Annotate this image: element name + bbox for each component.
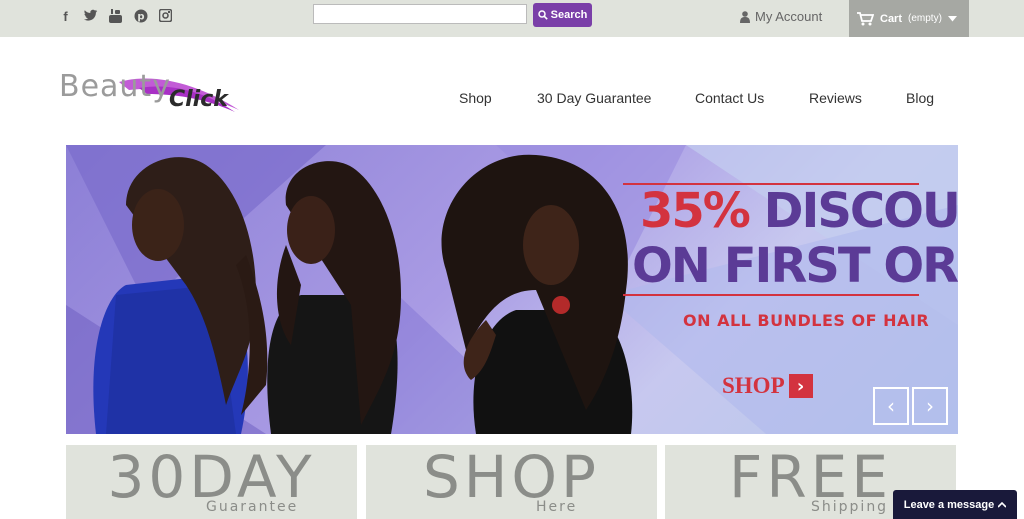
my-account-link[interactable]: My Account [740,9,822,24]
shop-cta-button[interactable]: SHOP › [722,373,813,399]
tile-small-text: Here [536,499,578,515]
promo-headline-percent: 35% [640,183,751,239]
chevron-right-icon: › [926,394,934,418]
promo-headline-1: 35% DISCOUNT [640,183,958,239]
svg-text:p: p [137,12,144,23]
hero-banner[interactable]: 35% DISCOUNT ON FIRST ORDER ON ALL BUNDL… [66,145,958,434]
chevron-left-icon: ‹ [887,394,895,418]
cart-icon [857,11,874,25]
search-button[interactable]: Search [533,3,592,27]
promo-headline-2: ON FIRST ORDER [632,238,958,294]
chevron-right-icon: › [788,374,813,398]
logo-part2: Click [169,87,229,112]
nav-shop[interactable]: Shop [459,90,492,106]
top-bar: f p Search My Account Cart (empty) [0,0,1024,37]
promo-subline: ON ALL BUNDLES OF HAIR [683,311,930,330]
tile-big-text: 30DAY [107,445,316,511]
search-input[interactable] [313,4,527,24]
instagram-icon[interactable] [158,8,173,24]
tile-30-day-guarantee[interactable]: 30DAY Guarantee [66,445,357,519]
youtube-icon[interactable] [108,9,123,24]
cart-status: (empty) [908,13,942,24]
nav-blog[interactable]: Blog [906,90,934,106]
cart-label: Cart [880,12,903,25]
caret-down-icon [947,15,957,21]
nav-reviews[interactable]: Reviews [809,90,862,106]
tile-small-text: Shipping [811,499,889,515]
tile-small-text: Guarantee [206,499,299,515]
promo-rule-bottom [623,294,919,296]
tile-big-text: SHOP [422,445,601,511]
search-button-label: Search [550,9,588,21]
slider-next-button[interactable]: › [912,387,948,425]
site-logo[interactable]: Beauty Click [59,66,241,121]
logo-part1: Beauty [59,69,171,104]
slider-prev-button[interactable]: ‹ [873,387,909,425]
chat-label: Leave a message [903,498,995,511]
chevron-up-icon [998,501,1007,508]
user-icon [740,10,750,23]
tile-shop-here[interactable]: SHOP Here [366,445,657,519]
facebook-icon[interactable]: f [58,9,73,24]
search-icon [537,10,548,20]
nav-30-day-guarantee[interactable]: 30 Day Guarantee [537,90,651,106]
shop-cta-label: SHOP [722,373,785,398]
pinterest-icon[interactable]: p [133,9,148,24]
promo-headline-discount: DISCOUNT [763,183,958,239]
model-image-3 [441,154,633,434]
twitter-icon[interactable] [83,9,98,24]
my-account-label: My Account [755,9,823,24]
social-links: f p [58,8,173,24]
nav-contact-us[interactable]: Contact Us [695,90,764,106]
cart-button[interactable]: Cart (empty) [849,0,969,37]
chat-widget-button[interactable]: Leave a message [893,490,1017,519]
